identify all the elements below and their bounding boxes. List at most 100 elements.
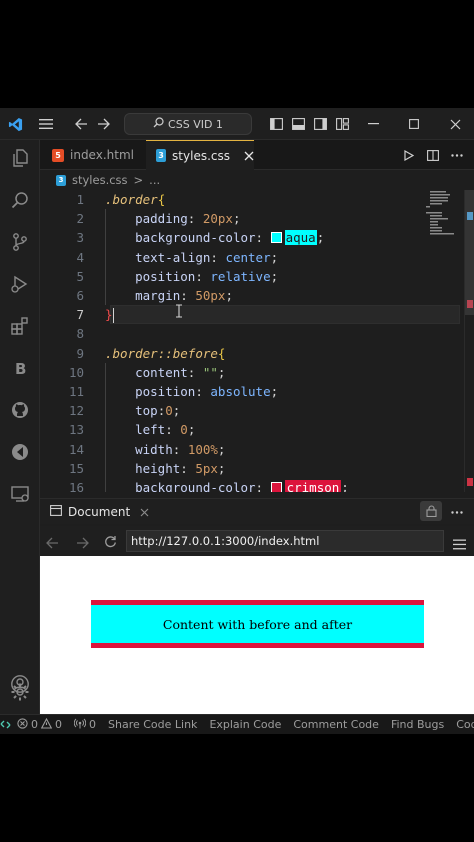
code-editor[interactable]: 1 .border{ 2 padding: 20px; 3 background… — [40, 190, 474, 492]
css-value: crimson — [284, 480, 342, 492]
search-sidebar-icon[interactable] — [0, 182, 40, 218]
code-line[interactable]: 9 .border::before{ — [40, 344, 460, 363]
run-file-icon[interactable] — [400, 140, 418, 170]
code-line[interactable]: 16 background-color: crimson; — [40, 478, 460, 492]
minimap[interactable] — [424, 190, 460, 236]
code-line[interactable]: 4 text-align: center; — [40, 248, 460, 267]
close-tab-icon[interactable] — [244, 151, 254, 161]
css-value: "" — [202, 364, 218, 380]
minimize-icon[interactable] — [362, 108, 384, 140]
close-tab-icon[interactable] — [140, 508, 149, 517]
toggle-panel-icon[interactable] — [288, 108, 308, 140]
css-selector: .border — [105, 345, 158, 361]
css-value: 0 — [180, 422, 188, 438]
share-code-link-button[interactable]: Share Code Link — [108, 718, 197, 731]
browser-forward-icon[interactable] — [76, 534, 89, 553]
css-property: padding — [135, 211, 188, 227]
browser-menu-icon[interactable] — [453, 535, 466, 554]
tab-document[interactable]: Document — [40, 499, 149, 525]
css-property: background-color — [135, 230, 256, 246]
title-bar: CSS VID 1 — [0, 108, 474, 140]
line-number: 4 — [76, 249, 84, 265]
run-debug-icon[interactable] — [0, 266, 40, 302]
tab-styles-css[interactable]: 3 styles.css — [146, 140, 254, 170]
forward-arrow-icon[interactable] — [92, 108, 114, 140]
more-actions-icon[interactable] — [448, 499, 466, 525]
editor-scrollbar[interactable] — [464, 190, 474, 492]
remote-explorer-icon[interactable] — [0, 476, 40, 512]
github-icon[interactable] — [0, 392, 40, 428]
live-share-icon[interactable] — [0, 434, 40, 470]
ports-indicator[interactable]: 0 — [73, 718, 96, 732]
css-value: 5px — [195, 460, 218, 476]
crimson-color-swatch[interactable] — [270, 482, 282, 492]
breadcrumb[interactable]: 3 styles.css > ... — [40, 170, 474, 190]
line-number: 2 — [76, 211, 84, 227]
command-center-search[interactable]: CSS VID 1 — [124, 113, 252, 135]
css-value: 50px — [195, 288, 226, 304]
css-value: 20px — [202, 211, 233, 227]
toggle-primary-sidebar-icon[interactable] — [266, 108, 286, 140]
source-control-icon[interactable] — [0, 224, 40, 260]
split-editor-icon[interactable] — [424, 140, 442, 170]
scrollbar-thumb[interactable] — [465, 190, 474, 315]
explorer-icon[interactable] — [0, 140, 40, 176]
ports-count: 0 — [89, 718, 96, 731]
open-brace: { — [217, 345, 226, 361]
code-line[interactable]: 5 position: relative; — [40, 267, 460, 286]
code-line[interactable]: 3 background-color: aqua; — [40, 228, 460, 247]
line-number: 11 — [68, 384, 84, 400]
more-actions-icon[interactable] — [448, 140, 466, 170]
explain-code-button[interactable]: Explain Code — [209, 718, 281, 731]
code-line[interactable]: 12 top:0; — [40, 401, 460, 420]
code-line[interactable]: 15 height: 5px; — [40, 459, 460, 478]
breadcrumb-more[interactable]: ... — [149, 173, 160, 187]
code-line[interactable]: 2 padding: 20px; — [40, 209, 460, 228]
browser-reload-icon[interactable] — [104, 533, 117, 552]
css-property: margin — [135, 288, 181, 304]
problems-indicator[interactable]: 0 0 — [17, 717, 62, 732]
line-number: 5 — [76, 268, 84, 284]
css-selector: .border — [105, 192, 158, 208]
status-label: Share Code Link — [108, 718, 198, 731]
css-value: relative — [210, 268, 271, 284]
browser-back-icon[interactable] — [46, 534, 59, 553]
status-label: Find Bugs — [390, 718, 445, 731]
lock-icon[interactable] — [420, 501, 442, 521]
css-property: position — [135, 384, 196, 400]
extensions-icon[interactable] — [0, 308, 40, 344]
remote-indicator-icon[interactable] — [0, 715, 11, 734]
breadcrumb-file[interactable]: styles.css — [72, 173, 128, 187]
browser-url-input[interactable]: http://127.0.0.1:3000/index.html — [126, 530, 444, 552]
browser-viewport: Content with before and after — [40, 556, 474, 718]
code-line[interactable]: 1 .border{ — [40, 190, 460, 209]
line-number: 13 — [68, 422, 84, 438]
manage-gear-icon[interactable] — [0, 674, 40, 710]
line-number: 7 — [76, 307, 84, 323]
code-line[interactable]: 8 — [40, 324, 460, 343]
maximize-icon[interactable] — [403, 108, 425, 140]
aqua-color-swatch[interactable] — [270, 232, 282, 244]
comment-code-button[interactable]: Comment Code — [293, 718, 379, 731]
code-line[interactable]: 14 width: 100%; — [40, 440, 460, 459]
scrollbar-error-marker — [467, 478, 473, 486]
code-line[interactable]: 10 content: ""; — [40, 363, 460, 382]
toggle-secondary-sidebar-icon[interactable] — [310, 108, 330, 140]
editor-tab-bar: 5 index.html 3 styles.css — [40, 140, 474, 170]
tab-index-html[interactable]: 5 index.html — [50, 140, 146, 170]
browser-nav-bar: http://127.0.0.1:3000/index.html — [40, 526, 474, 556]
line-number: 6 — [76, 288, 84, 304]
status-bar: 0 0 0 Share Code Link Explain Code Comme… — [0, 714, 474, 734]
code-line[interactable]: 11 position: absolute; — [40, 382, 460, 401]
code-chat-button[interactable]: Code Chat — [456, 718, 474, 731]
close-window-icon[interactable] — [444, 108, 466, 140]
back-arrow-icon[interactable] — [70, 108, 92, 140]
customize-layout-icon[interactable] — [332, 108, 352, 140]
find-bugs-button[interactable]: Find Bugs — [391, 718, 444, 731]
bito-extension-icon[interactable]: B — [0, 350, 40, 386]
code-line-current[interactable]: 7 } — [40, 305, 460, 324]
css-value: 0 — [165, 403, 173, 419]
code-line[interactable]: 6 margin: 50px; — [40, 286, 460, 305]
menu-icon[interactable] — [34, 108, 58, 140]
code-line[interactable]: 13 left: 0; — [40, 420, 460, 439]
